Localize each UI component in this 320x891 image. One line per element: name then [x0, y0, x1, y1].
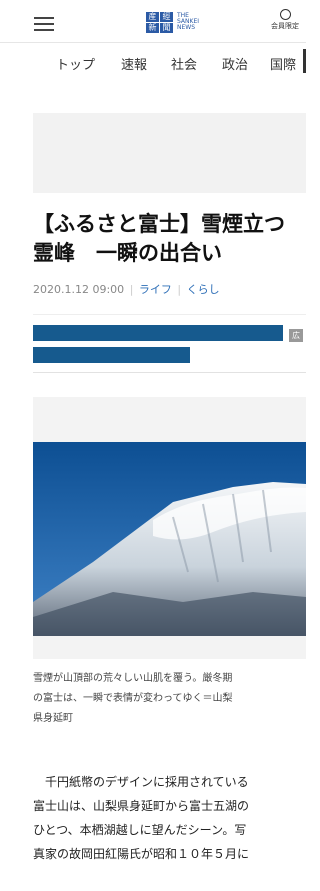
share-bar[interactable] — [33, 347, 190, 363]
logo-char: 聞 — [160, 22, 173, 33]
body-line: 千円紙幣のデザインに採用されている — [33, 775, 249, 789]
body-line: 真家の故岡田紅陽氏が昭和１０年５月に — [33, 847, 250, 861]
logo-char: 産 — [146, 11, 159, 22]
nav-item-society[interactable]: 社会 — [171, 54, 197, 73]
publish-date: 2020.1.12 09:00 — [33, 283, 125, 296]
nav-scroll-indicator — [303, 49, 306, 73]
ad-badge: 広 — [289, 329, 303, 342]
logo-english-line: NEWS — [177, 24, 196, 31]
body-line: 富士山は、山梨県身延町から富士五湖の — [33, 799, 250, 813]
title-line: 霊峰 一瞬の出合い — [33, 241, 222, 265]
user-icon — [279, 9, 291, 20]
body-line: ひとつ、本栖湖越しに望んだシーン。写 — [33, 823, 247, 837]
meta-separator: | — [177, 283, 182, 296]
member-label: 会員限定 — [271, 22, 299, 30]
meta-separator: | — [129, 283, 134, 296]
divider — [33, 314, 306, 315]
nav-item-international[interactable]: 国際 — [270, 54, 296, 73]
category-link-kurashi[interactable]: くらし — [187, 283, 220, 296]
article-meta: 2020.1.12 09:00 | ライフ | くらし — [33, 281, 220, 297]
caption-line: 県身延町 — [33, 713, 73, 724]
nav-item-breaking[interactable]: 速報 — [121, 54, 147, 73]
divider — [33, 372, 306, 373]
mount-fuji-image — [33, 442, 306, 636]
logo-english: THE SANKEI NEWS — [177, 13, 199, 31]
hamburger-menu-icon[interactable] — [34, 17, 54, 31]
category-link-life[interactable]: ライフ — [139, 283, 172, 296]
logo-char: 經 — [160, 11, 173, 22]
logo-kanji: 産 經 新 聞 — [146, 11, 173, 33]
article-body: 千円紙幣のデザインに採用されている 富士山は、山梨県身延町から富士五湖の ひとつ… — [33, 770, 306, 866]
sankei-logo[interactable]: 産 經 新 聞 THE SANKEI NEWS — [146, 11, 199, 33]
article-photo[interactable] — [33, 442, 306, 636]
photo-caption: 雪煙が山頂部の荒々しい山肌を覆う。厳冬期 の富士は、一瞬で表情が変わってゆく＝山… — [33, 669, 306, 729]
member-login-button[interactable]: 会員限定 — [264, 9, 306, 31]
nav-item-politics[interactable]: 政治 — [222, 54, 248, 73]
caption-line: 雪煙が山頂部の荒々しい山肌を覆う。厳冬期 — [33, 673, 233, 684]
article-title: 【ふるさと富士】雪煙立つ 霊峰 一瞬の出合い — [33, 210, 306, 268]
share-bar[interactable] — [33, 325, 283, 341]
category-nav: トップ 速報 社会 政治 国際 — [0, 43, 306, 79]
caption-line: の富士は、一瞬で表情が変わってゆく＝山梨 — [33, 693, 233, 704]
logo-char: 新 — [146, 22, 159, 33]
nav-item-top[interactable]: トップ — [56, 54, 95, 73]
title-line: 【ふるさと富士】雪煙立つ — [33, 212, 285, 236]
top-bar: 産 經 新 聞 THE SANKEI NEWS 会員限定 — [0, 0, 306, 43]
ad-placeholder — [33, 113, 306, 193]
